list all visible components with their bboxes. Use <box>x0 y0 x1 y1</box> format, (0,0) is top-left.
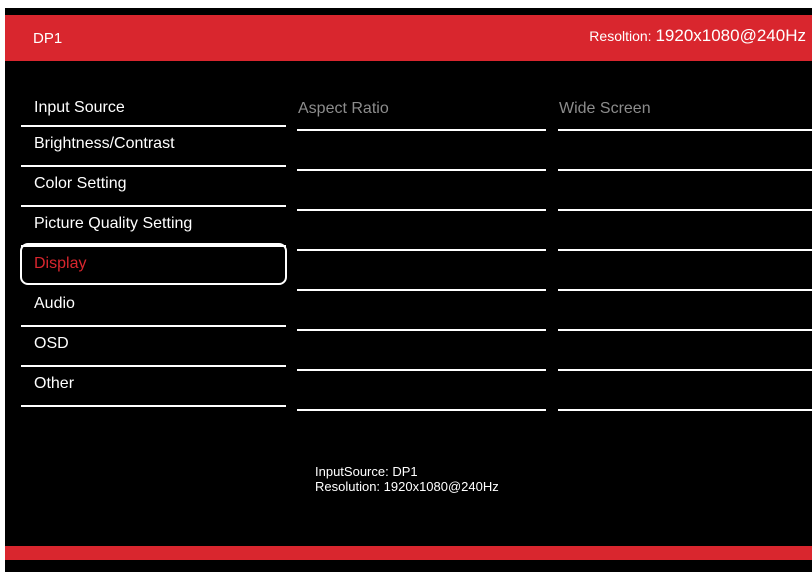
submenu-item-empty <box>297 251 546 291</box>
menu-item-label: Brightness/Contrast <box>34 135 175 152</box>
submenu: Aspect Ratio <box>297 91 546 411</box>
submenu-item-empty <box>297 371 546 411</box>
option-item-empty <box>558 211 812 251</box>
menu-item-audio[interactable]: Audio <box>21 287 286 327</box>
menu-item-picture-quality[interactable]: Picture Quality Setting <box>21 207 286 247</box>
submenu-item-empty <box>297 211 546 251</box>
menu-item-label: Color Setting <box>34 175 127 192</box>
header-resolution-label: Resoltion: <box>589 28 656 44</box>
info-panel: InputSource: DP1 Resolution: 1920x1080@2… <box>315 464 499 494</box>
option-item-empty <box>558 251 812 291</box>
menu-item-brightness-contrast[interactable]: Brightness/Contrast <box>21 127 286 167</box>
menu-item-osd[interactable]: OSD <box>21 327 286 367</box>
options-column: Wide Screen <box>558 91 812 411</box>
menu-item-other[interactable]: Other <box>21 367 286 407</box>
main-menu: Input Source Brightness/Contrast Color S… <box>21 91 286 407</box>
osd-panel: DP1 Resoltion: 1920x1080@240Hz Input Sou… <box>5 8 812 572</box>
submenu-item-label: Aspect Ratio <box>298 100 389 117</box>
submenu-item-empty <box>297 291 546 331</box>
menu-item-color-setting[interactable]: Color Setting <box>21 167 286 207</box>
header-bar: DP1 Resoltion: 1920x1080@240Hz <box>5 15 812 61</box>
submenu-item-empty <box>297 171 546 211</box>
menu-item-label: Other <box>34 375 75 392</box>
menu-item-label: OSD <box>34 335 69 352</box>
option-item-empty <box>558 131 812 171</box>
menu-item-label: Display <box>34 255 87 272</box>
menu-item-label: Input Source <box>34 99 125 116</box>
submenu-item-empty <box>297 331 546 371</box>
info-resolution: Resolution: 1920x1080@240Hz <box>315 479 499 494</box>
footer-bar <box>5 546 812 560</box>
header-resolution: Resoltion: 1920x1080@240Hz <box>589 26 806 46</box>
submenu-item-empty <box>297 131 546 171</box>
menu-item-input-source[interactable]: Input Source <box>21 91 286 127</box>
header-source-label: DP1 <box>33 30 63 47</box>
option-item-empty <box>558 171 812 211</box>
info-input-source: InputSource: DP1 <box>315 464 418 479</box>
submenu-item-aspect-ratio[interactable]: Aspect Ratio <box>297 91 546 131</box>
menu-item-display[interactable]: Display <box>21 247 286 287</box>
header-resolution-value: 1920x1080@240Hz <box>655 26 806 45</box>
option-item-empty <box>558 291 812 331</box>
option-item-label: Wide Screen <box>559 100 651 117</box>
option-item-empty <box>558 331 812 371</box>
option-item-empty <box>558 371 812 411</box>
menu-item-label: Audio <box>34 295 75 312</box>
menu-item-label: Picture Quality Setting <box>34 215 193 232</box>
option-item-wide-screen[interactable]: Wide Screen <box>558 91 812 131</box>
